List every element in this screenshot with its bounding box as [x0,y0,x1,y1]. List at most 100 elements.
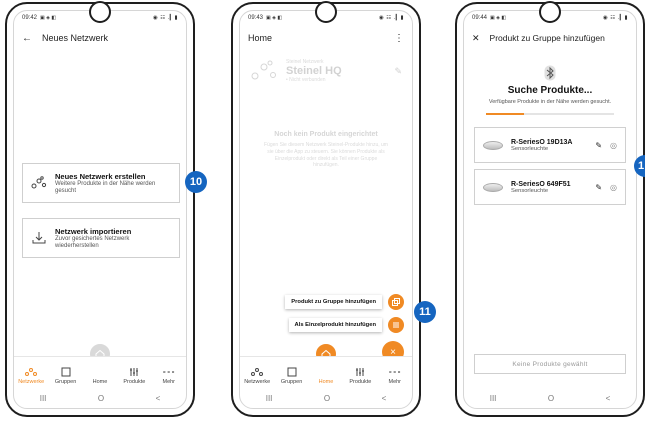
callout-badge: 10 [185,171,207,193]
nav-label: Gruppen [54,379,77,385]
bluetooth-icon [544,65,556,81]
nav-label: Home [92,379,108,385]
product-type: Sensorleuchte [511,145,549,152]
recents-button[interactable]: III [40,394,47,403]
system-back-button[interactable]: < [156,394,161,403]
nav-label: Home [318,379,334,385]
create-network-title: Neues Netzwerk erstellen [55,171,146,181]
nav-networks[interactable]: Netzwerke [16,366,46,385]
nav-more[interactable]: ∘∘∘ Mehr [380,366,410,385]
lamp-icon [483,182,503,192]
import-network-title: Netzwerk importieren [55,226,132,236]
network-icon [251,60,276,80]
system-home-button[interactable]: O [98,394,104,403]
groups-icon [287,367,297,377]
nav-home[interactable]: Home [85,366,115,385]
status-icons: ◉ ☷ .▎▮ [152,15,178,21]
fab-add-single-label: Als Einzelprodukt hinzufügen [288,318,382,332]
nav-label: Mehr [162,379,176,385]
create-network-button[interactable]: Neues Netzwerk erstellen Weitere Produkt… [22,163,180,203]
empty-title: Noch kein Produkt eingerichtet [274,131,378,138]
status-time: 09:42 [22,15,38,21]
status-icons: ◉ ☷ .▎▮ [378,15,404,21]
bluetooth-indicator [464,65,636,81]
network-icon [31,176,47,189]
status-time: 09:44 [472,15,488,21]
recents-button[interactable]: III [490,394,497,403]
system-nav: III O < [14,388,186,408]
empty-body: Fügen Sie diesem Netzwerk Steinel-Produk… [264,142,388,169]
page-title: Produkt zu Gruppe hinzufügen [489,33,605,43]
camera-notch [315,1,337,23]
nav-more[interactable]: ∘∘∘ Mehr [154,366,184,385]
fab-add-to-group-label: Produkt zu Gruppe hinzufügen [285,295,382,309]
search-subtitle: Verfügbare Produkte in der Nähe werden g… [488,99,612,105]
network-icon [25,368,38,376]
no-products-selected-button[interactable]: Keine Produkte gewählt [474,354,626,374]
network-name: Steinel HQ [286,65,342,77]
edit-icon[interactable]: ✎ [595,183,602,192]
more-icon: ∘∘∘ [162,369,176,376]
screen-add-to-group: 09:44 ▣ ◈ ◧ ◉ ☷ .▎▮ ✕ Produkt zu Gruppe h… [463,10,637,409]
eye-icon[interactable]: ◎ [610,141,617,150]
back-arrow-icon[interactable]: ← [22,33,32,44]
system-nav: III O < [464,388,636,408]
search-title: Suche Produkte... [507,85,593,96]
nav-networks[interactable]: Netzwerke [242,366,272,385]
system-back-button[interactable]: < [382,394,387,403]
recents-button[interactable]: III [266,394,273,403]
phone-frame-1: 09:42 ▣ ◈ ◧ ◉ ☷ .▎▮ ← Neues Netzwerk Neue… [5,1,195,417]
nav-products[interactable]: Produkte [119,366,149,385]
eye-icon[interactable]: ◎ [610,183,617,192]
nav-label: Produkte [123,379,146,385]
bottom-nav: Netzwerke Gruppen Home Produkte ∘∘∘ Mehr [14,356,186,388]
nav-label: Netzwerke [244,379,271,385]
nav-label: Produkte [349,379,372,385]
create-network-subtitle: Weitere Produkte in der Nähe werden gesu… [55,180,156,194]
overflow-menu-icon[interactable]: ⋮ [394,33,404,44]
edit-icon[interactable]: ✎ [595,141,602,150]
fab-add-single[interactable]: Als Einzelprodukt hinzufügen [288,317,404,333]
network-status: • Nicht verbunden [286,77,326,83]
status-time: 09:43 [248,15,264,21]
page-title: Neues Netzwerk [42,33,109,43]
network-header: Steinel Netzwerk Steinel HQ • Nicht verb… [240,51,412,91]
edit-icon[interactable]: ✎ [394,66,402,77]
nav-groups[interactable]: Gruppen [51,366,81,385]
search-progress [486,113,614,116]
nav-groups[interactable]: Gruppen [277,366,307,385]
bottom-nav: Netzwerke Gruppen Home Produkte ∘∘∘ Mehr [240,356,412,388]
lamp-icon [483,140,503,150]
import-icon [32,232,46,244]
product-type: Sensorleuchte [511,187,549,194]
app-bar: ✕ Produkt zu Gruppe hinzufügen [464,25,636,51]
close-icon[interactable]: ✕ [472,33,480,44]
callout-badge: 11 [414,301,436,323]
status-icons: ◉ ☷ .▎▮ [602,15,628,21]
products-icon [130,368,139,376]
nav-home[interactable]: Home [311,366,341,385]
nav-products[interactable]: Produkte [345,366,375,385]
product-item[interactable]: R-SeriesO 649F51 Sensorleuchte ✎ ◎ [474,169,626,206]
system-nav: III O < [240,388,412,408]
product-item[interactable]: R-SeriesO 19D13A Sensorleuchte ✎ ◎ [474,127,626,164]
camera-notch [89,1,111,23]
phone-frame-2: 09:43 ▣ ◈ ◧ ◉ ☷ .▎▮ Home ⋮ Steinel Netzwe… [231,1,421,417]
screen-new-network: 09:42 ▣ ◈ ◧ ◉ ☷ .▎▮ ← Neues Netzwerk Neue… [13,10,187,409]
import-network-subtitle: Zuvor gesichertes Netzwerk wiederherstel… [55,235,130,249]
network-icon [251,368,264,376]
system-home-button[interactable]: O [548,394,554,403]
products-icon [356,368,365,376]
product-icon [388,317,404,333]
import-network-button[interactable]: Netzwerk importieren Zuvor gesichertes N… [22,218,180,258]
app-bar: Home ⋮ [240,25,412,51]
more-icon: ∘∘∘ [388,369,402,376]
app-bar: ← Neues Netzwerk [14,25,186,51]
nav-label: Netzwerke [18,379,45,385]
phone-frame-3: 09:44 ▣ ◈ ◧ ◉ ☷ .▎▮ ✕ Produkt zu Gruppe h… [455,1,645,417]
system-home-button[interactable]: O [324,394,330,403]
fab-add-to-group[interactable]: Produkt zu Gruppe hinzufügen [285,294,404,310]
camera-notch [539,1,561,23]
dimmed-content: Steinel Netzwerk Steinel HQ • Nicht verb… [240,51,412,169]
system-back-button[interactable]: < [606,394,611,403]
